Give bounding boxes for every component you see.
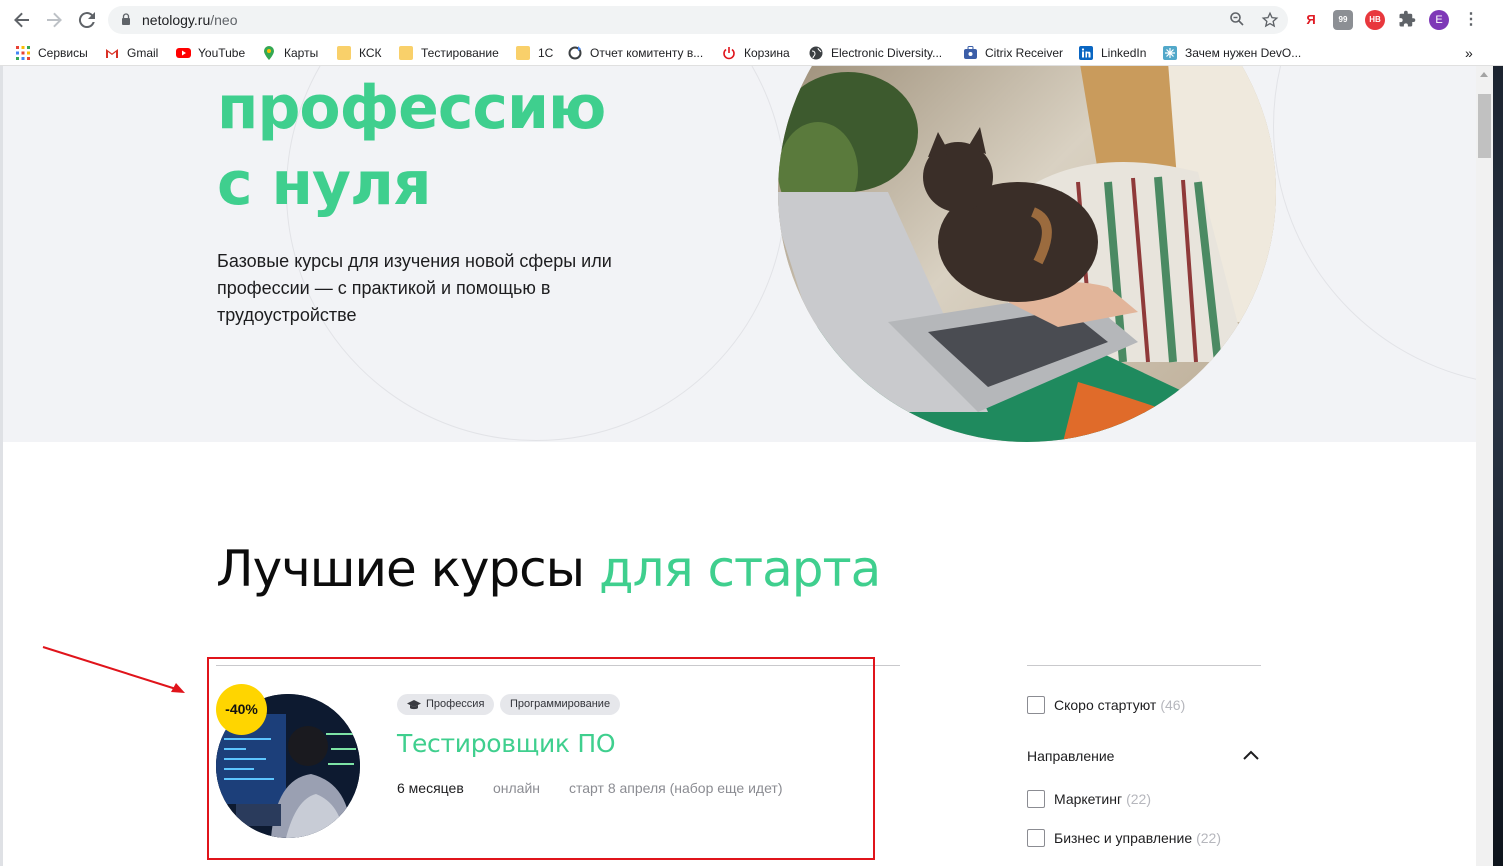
url-path: /neo bbox=[210, 12, 238, 28]
bookmarks-bar: Сервисы Gmail YouTube Карты КСК Тестиров… bbox=[0, 40, 1503, 66]
folder-icon bbox=[516, 46, 530, 60]
refresh-circle-icon bbox=[568, 46, 582, 60]
forward-arrow-icon[interactable] bbox=[42, 8, 66, 32]
address-bar[interactable]: netology.ru/neo bbox=[108, 6, 1288, 34]
citrix-icon bbox=[963, 46, 977, 60]
bookmark-youtube[interactable]: YouTube bbox=[176, 44, 245, 62]
bookmark-label: LinkedIn bbox=[1101, 46, 1147, 60]
gmail-icon bbox=[105, 46, 119, 60]
filter-label: Бизнес и управление bbox=[1054, 830, 1193, 846]
filter-label: Скоро стартуют bbox=[1054, 697, 1157, 713]
maps-pin-icon bbox=[262, 46, 276, 60]
bookmark-label: Карты bbox=[284, 46, 319, 60]
hero-title: профессию с нуля bbox=[217, 70, 606, 222]
zoom-icon[interactable] bbox=[1228, 11, 1246, 29]
bookmark-label: Отчет комитенту в... bbox=[590, 46, 704, 60]
hero-title-line: профессию bbox=[217, 73, 606, 143]
globe-icon bbox=[809, 46, 823, 60]
hero-description: Базовые курсы для изучения новой сферы и… bbox=[217, 251, 612, 325]
filter-count: (22) bbox=[1196, 830, 1222, 846]
bookmark-label: Сервисы bbox=[38, 46, 88, 60]
filter-count: (22) bbox=[1126, 791, 1151, 807]
hero-title-line: с нуля bbox=[217, 149, 432, 219]
bookmark-label: КСК bbox=[359, 46, 382, 60]
filter-count: (46) bbox=[1160, 697, 1186, 713]
bookmark-label: Корзина bbox=[744, 46, 790, 60]
filter-checkbox[interactable] bbox=[1027, 829, 1045, 847]
bookmark-electronic-diversity[interactable]: Electronic Diversity... bbox=[809, 44, 942, 62]
yandex-extension-icon[interactable]: Я bbox=[1301, 10, 1321, 30]
hero-ring-decoration bbox=[1273, 66, 1476, 386]
filter-starting-soon[interactable]: Скоро стартуют (46) bbox=[1027, 695, 1185, 715]
back-arrow-icon[interactable] bbox=[10, 8, 34, 32]
annotation-arrow bbox=[42, 646, 185, 693]
section-title: Лучшие курсы для старта bbox=[216, 536, 881, 602]
scroll-up-arrow-icon[interactable] bbox=[1480, 72, 1488, 77]
filter-label: Маркетинг bbox=[1054, 791, 1123, 807]
hero-banner: профессию с нуля Базовые курсы для изуче… bbox=[3, 66, 1476, 442]
menu-kebab-icon[interactable]: ⋮ bbox=[1461, 10, 1481, 30]
page-scrollbar[interactable] bbox=[1476, 66, 1493, 866]
filter-marketing[interactable]: Маркетинг (22) bbox=[1027, 789, 1151, 809]
filter-business-management[interactable]: Бизнес и управление (22) bbox=[1027, 828, 1221, 848]
snowflake-icon bbox=[1163, 46, 1177, 60]
chevron-up-icon[interactable] bbox=[1242, 749, 1260, 761]
profile-avatar[interactable]: E bbox=[1429, 10, 1449, 30]
hero-photo-woman-with-cat bbox=[778, 66, 1276, 442]
bookmark-ksk[interactable]: КСК bbox=[337, 44, 382, 62]
linkedin-icon bbox=[1079, 46, 1093, 60]
bookmark-label: Тестирование bbox=[421, 46, 499, 60]
bookmark-label: 1С bbox=[538, 46, 554, 60]
filter-checkbox[interactable] bbox=[1027, 790, 1045, 808]
url-text[interactable]: netology.ru/neo bbox=[142, 12, 237, 28]
bookmark-report[interactable]: Отчет комитенту в... bbox=[568, 44, 703, 62]
bookmark-trash[interactable]: Корзина bbox=[722, 44, 790, 62]
annotation-highlight-box bbox=[207, 657, 875, 860]
power-icon bbox=[722, 46, 736, 60]
bookmark-label: Electronic Diversity... bbox=[831, 46, 943, 60]
youtube-icon bbox=[176, 46, 191, 60]
lock-icon bbox=[122, 13, 130, 25]
apps-grid-icon bbox=[16, 46, 30, 60]
filter-checkbox[interactable] bbox=[1027, 696, 1045, 714]
folder-icon bbox=[399, 46, 413, 60]
star-icon[interactable] bbox=[1261, 11, 1279, 29]
bookmark-gmail[interactable]: Gmail bbox=[105, 44, 158, 62]
bookmark-label: Gmail bbox=[127, 46, 159, 60]
bookmark-label: Зачем нужен DevO... bbox=[1185, 46, 1302, 60]
section-title-main: Лучшие курсы bbox=[216, 540, 585, 598]
desktop-background-strip bbox=[1493, 66, 1503, 866]
calendar-extension-icon[interactable]: 99 bbox=[1333, 10, 1353, 30]
url-host: netology.ru bbox=[142, 12, 211, 28]
bookmark-1c[interactable]: 1С bbox=[516, 44, 553, 62]
filters-divider bbox=[1027, 665, 1261, 666]
bookmark-maps[interactable]: Карты bbox=[262, 44, 318, 62]
bookmark-services[interactable]: Сервисы bbox=[16, 44, 88, 62]
section-title-accent: для старта bbox=[599, 540, 881, 598]
bookmark-label: Citrix Receiver bbox=[985, 46, 1064, 60]
reload-icon[interactable] bbox=[75, 8, 99, 32]
bookmarks-overflow-button[interactable]: » bbox=[1465, 44, 1473, 62]
extensions-puzzle-icon[interactable] bbox=[1397, 10, 1417, 30]
bookmark-devops[interactable]: Зачем нужен DevO... bbox=[1163, 44, 1301, 62]
hb-extension-icon[interactable]: HB bbox=[1365, 10, 1385, 30]
browser-toolbar: netology.ru/neo Я 99 HB E ⋮ bbox=[0, 0, 1503, 40]
folder-icon bbox=[337, 46, 351, 60]
bookmark-testing[interactable]: Тестирование bbox=[399, 44, 499, 62]
bookmark-linkedin[interactable]: LinkedIn bbox=[1079, 44, 1146, 62]
bookmark-label: YouTube bbox=[198, 46, 246, 60]
filter-group-direction-heading[interactable]: Направление bbox=[1027, 748, 1114, 764]
bookmark-citrix[interactable]: Citrix Receiver bbox=[963, 44, 1063, 62]
scroll-thumb[interactable] bbox=[1478, 94, 1491, 158]
